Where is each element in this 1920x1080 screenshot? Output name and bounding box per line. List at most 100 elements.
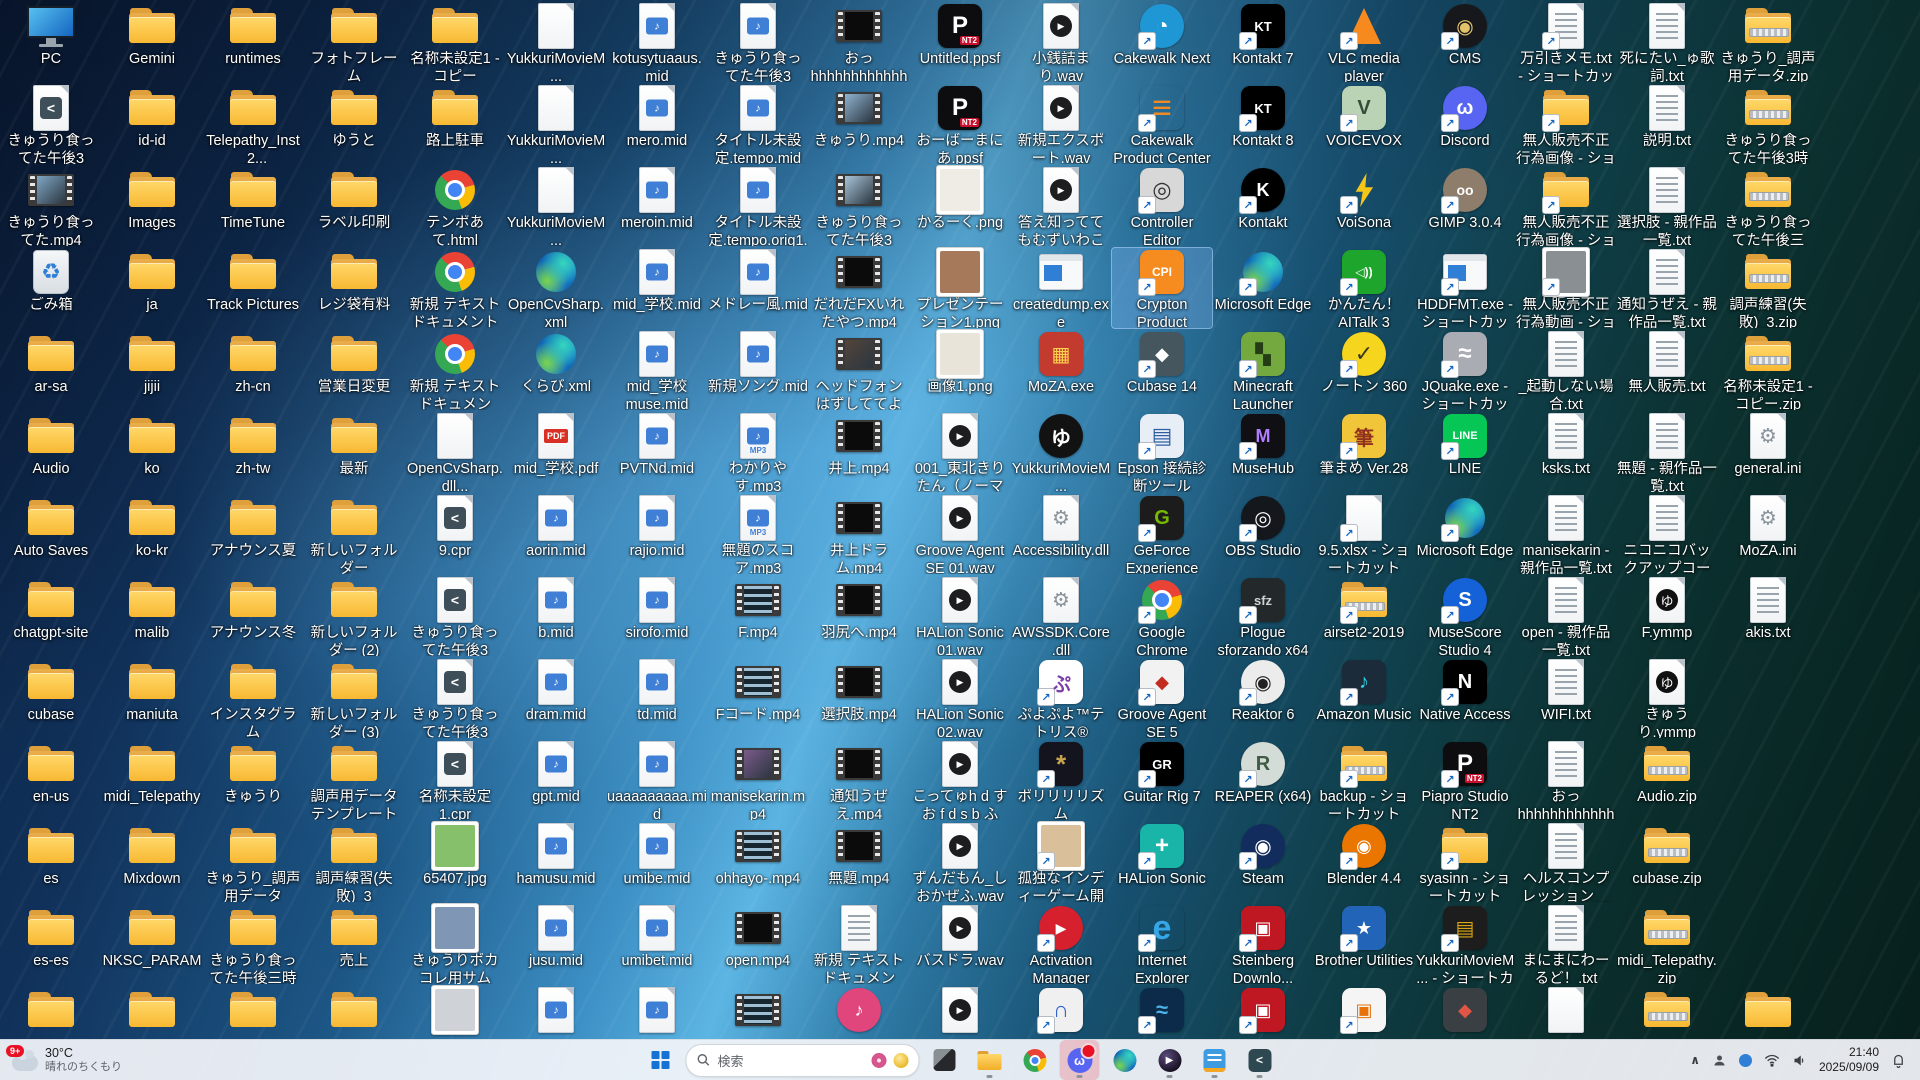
desktop-icon[interactable]: くらび.xml bbox=[506, 330, 606, 410]
desktop-icon[interactable]: 調声練習(失敗)_3.zip bbox=[1718, 248, 1818, 328]
desktop-icon[interactable]: 選択肢 - 親作品一覧.txt bbox=[1617, 166, 1717, 246]
desktop-icon[interactable]: 名称未設定1 - コピー.zip bbox=[1718, 330, 1818, 410]
desktop-icon[interactable]: ↗ Microsoft Edge bbox=[1213, 248, 1313, 328]
desktop-icon[interactable]: レジ袋有料 bbox=[304, 248, 404, 328]
desktop-icon[interactable]: 最新 bbox=[304, 412, 404, 492]
desktop-icon[interactable]: 説明.txt bbox=[1617, 84, 1717, 164]
desktop-icon[interactable]: Gemini bbox=[102, 2, 202, 82]
notification-bell-icon[interactable] bbox=[1891, 1053, 1906, 1068]
desktop-icon[interactable]: ▶答え知っててもむずいわこれ.wav bbox=[1011, 166, 1111, 246]
desktop-icon[interactable]: WIFI.txt bbox=[1516, 658, 1616, 738]
desktop-icon[interactable]: <きゅうり食ってた午後3時-02.cpr bbox=[405, 658, 505, 738]
desktop-icon[interactable]: ▚ ↗ Minecraft Launcher bbox=[1213, 330, 1313, 410]
desktop-icon[interactable]: KT ↗ Kontakt 8 bbox=[1213, 84, 1313, 164]
desktop-icon[interactable]: ↗ Google Chrome bbox=[1112, 576, 1212, 656]
desktop-icon[interactable]: ↗無人販売不正行為動画 - ショートカット bbox=[1516, 247, 1616, 328]
desktop-icon[interactable]: Auto Saves bbox=[1, 494, 101, 574]
desktop-icon[interactable]: きゅうり_調声用データ.zip bbox=[1718, 2, 1818, 82]
desktop-icon[interactable]: 筆 ↗ 筆まめ Ver.28 bbox=[1314, 412, 1414, 492]
desktop-icon[interactable]: 名称未設定1 - コピー bbox=[405, 2, 505, 82]
desktop-icon[interactable]: だれだFXいれたやつ.mp4 bbox=[809, 248, 909, 328]
desktop-icon[interactable]: 売上 bbox=[304, 904, 404, 984]
desktop-icon[interactable]: 新規 テキスト ドキュメント.html bbox=[405, 330, 505, 410]
desktop-icon[interactable]: ♪ umibet.mid bbox=[607, 904, 707, 984]
desktop-icon[interactable]: P NT2 ↗ Piapro Studio NT2 bbox=[1415, 740, 1515, 820]
taskbar-app-notes[interactable] bbox=[1195, 1040, 1235, 1080]
desktop-icon[interactable]: Telepathy_Inst_2... bbox=[203, 84, 303, 164]
desktop-icon[interactable]: ♪ PVTNd.mid bbox=[607, 412, 707, 492]
desktop-icon[interactable]: ♪ mid_学校.mid bbox=[607, 248, 707, 328]
desktop-icon[interactable]: ↗ VLC media player bbox=[1314, 2, 1414, 82]
desktop-icon[interactable]: ゆ YukkuriMovieM... bbox=[1011, 412, 1111, 492]
desktop-icon[interactable]: NKSC_PARAM bbox=[102, 904, 202, 984]
desktop-icon[interactable]: malib bbox=[102, 576, 202, 656]
desktop-icon[interactable]: ♪ mid_学校muse.mid bbox=[607, 330, 707, 410]
taskbar-app-media-player[interactable]: ▶ bbox=[1150, 1040, 1190, 1080]
desktop-icon[interactable]: Mixdown bbox=[102, 822, 202, 902]
desktop-icon[interactable]: K ↗ Kontakt bbox=[1213, 166, 1313, 246]
taskbar-app-cubase[interactable]: < bbox=[1240, 1040, 1280, 1080]
desktop-icon[interactable]: ▤ ↗ Epson 接続診断ツール bbox=[1112, 412, 1212, 492]
desktop-icon[interactable]: ar-sa bbox=[1, 330, 101, 410]
desktop-icon[interactable]: ★ ↗ Brother Utilities bbox=[1314, 904, 1414, 984]
desktop-icon[interactable]: きゅうり食ってた午後三時 bbox=[203, 904, 303, 984]
desktop-icon[interactable]: chatgpt-site bbox=[1, 576, 101, 656]
desktop-icon[interactable]: ⚙ MoZA.ini bbox=[1718, 494, 1818, 574]
desktop-icon[interactable]: zh-tw bbox=[203, 412, 303, 492]
desktop-icon[interactable]: es-es bbox=[1, 904, 101, 984]
desktop-icon[interactable]: akis.txt bbox=[1718, 576, 1818, 656]
desktop-icon[interactable]: 羽尻へ.mp4 bbox=[809, 576, 909, 656]
taskbar-app-discord[interactable]: ω bbox=[1059, 1040, 1100, 1080]
desktop-icon[interactable]: ↗ syasinn - ショートカット bbox=[1415, 822, 1515, 902]
desktop-icon[interactable]: zh-cn bbox=[203, 330, 303, 410]
desktop-icon[interactable]: ♪ aorin.mid bbox=[506, 494, 606, 574]
desktop-icon[interactable]: きゅうりボカコレ用サムネ.jpg bbox=[405, 903, 505, 984]
desktop-icon[interactable]: createdump.exe bbox=[1011, 248, 1111, 328]
desktop-icon[interactable]: ▶ バスドラ.wav bbox=[910, 904, 1010, 984]
desktop-icon[interactable]: ぷ↗ぷよぷよ™テトリス® 2 bbox=[1011, 658, 1111, 738]
desktop-icon[interactable]: かるーく.png bbox=[910, 165, 1010, 246]
desktop-icon[interactable]: ↗ Microsoft Edge bbox=[1415, 494, 1515, 574]
desktop-icon[interactable]: < 名称未設定1.cpr bbox=[405, 740, 505, 820]
desktop-icon[interactable]: ♪ sirofo.mid bbox=[607, 576, 707, 656]
desktop-icon[interactable]: ♪ uaaaaaaaaa.mid bbox=[607, 740, 707, 820]
desktop-icon[interactable]: ≈↗JQuake.exe - ショートカット bbox=[1415, 330, 1515, 410]
desktop-icon[interactable]: きゅうり食ってた午後3時 .zip bbox=[1718, 84, 1818, 164]
desktop-icon[interactable]: S ↗ MuseScore Studio 4 bbox=[1415, 576, 1515, 656]
desktop-icon[interactable]: ♪ gpt.mid bbox=[506, 740, 606, 820]
desktop-icon[interactable]: ↗万引きメモ.txt - ショートカット bbox=[1516, 2, 1616, 82]
desktop-icon[interactable]: ♪タイトル未設定.tempo.orig1.mid bbox=[708, 166, 808, 246]
desktop-icon[interactable]: ▶ 新規エクスポート.wav bbox=[1011, 84, 1111, 164]
desktop-icon[interactable]: 通知うぜえ.mp4 bbox=[809, 740, 909, 820]
desktop-icon[interactable]: 新しいフォルダー (2) bbox=[304, 576, 404, 656]
desktop-icon[interactable]: <きゅうり食ってた午後3時-01.cpr bbox=[1, 84, 101, 164]
desktop-icon[interactable]: ↗ VoiSona bbox=[1314, 166, 1414, 246]
desktop-icon[interactable]: manisekarin.mp4 bbox=[708, 740, 808, 820]
desktop-icon[interactable]: ♪ umibe.mid bbox=[607, 822, 707, 902]
desktop-icon[interactable]: ♪ td.mid bbox=[607, 658, 707, 738]
desktop-icon[interactable]: 新しいフォルダー (3) bbox=[304, 658, 404, 738]
desktop-icon[interactable]: sfz ↗ Plogue sforzando x64 bbox=[1213, 576, 1313, 656]
desktop-icon[interactable]: cubase bbox=[1, 658, 101, 738]
desktop-icon[interactable]: OpenCvSharp.dll... bbox=[405, 412, 505, 492]
desktop-icon[interactable]: Audio bbox=[1, 412, 101, 492]
desktop-icon[interactable]: ♪ rajio.mid bbox=[607, 494, 707, 574]
desktop-icon[interactable]: ↗無人販売不正行為画像 - ショートカット bbox=[1516, 166, 1616, 246]
desktop-icon[interactable]: YukkuriMovieM... bbox=[506, 84, 606, 164]
desktop-icon[interactable]: 65407.jpg bbox=[405, 821, 505, 902]
desktop-icon[interactable]: ↗孤独なインディーゲーム開発者の一生 ... bbox=[1011, 821, 1111, 902]
desktop-icon[interactable]: アナウンス冬 bbox=[203, 576, 303, 656]
desktop-icon[interactable]: インスタグラム bbox=[203, 658, 303, 738]
desktop-icon[interactable]: テンポあて.html bbox=[405, 166, 505, 246]
desktop-icon[interactable]: ksks.txt bbox=[1516, 412, 1616, 492]
desktop-icon[interactable]: PDF mid_学校.pdf bbox=[506, 412, 606, 492]
desktop-icon[interactable]: OpenCvSharp.xml bbox=[506, 248, 606, 328]
desktop-icon[interactable]: ゆうと bbox=[304, 84, 404, 164]
desktop-icon[interactable]: ♪ メドレー風.mid bbox=[708, 248, 808, 328]
desktop-icon[interactable]: ◆ ↗ Cubase 14 bbox=[1112, 330, 1212, 410]
desktop-icon[interactable]: ↗ 9.5.xlsx - ショートカット bbox=[1314, 494, 1414, 574]
desktop-icon[interactable]: ヘルスコンプレッション__歌詞.txt bbox=[1516, 822, 1616, 902]
desktop-icon[interactable]: 選択肢.mp4 bbox=[809, 658, 909, 738]
desktop-icon[interactable]: ▶ ずんだもん_しおかぜふ.wav bbox=[910, 822, 1010, 902]
desktop-icon[interactable]: Audio.zip bbox=[1617, 740, 1717, 820]
